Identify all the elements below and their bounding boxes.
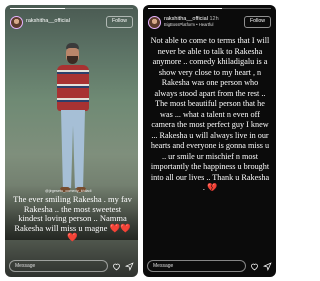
story-progress-bar <box>10 8 133 9</box>
follow-button[interactable]: Follow <box>106 16 133 28</box>
message-input[interactable]: Message <box>147 260 246 272</box>
send-icon[interactable] <box>263 261 272 271</box>
story-photo <box>53 35 93 210</box>
username[interactable]: rakshitha__official <box>26 19 70 25</box>
story-subtitle: BigBossPlatform • Heartful <box>164 22 214 28</box>
username-block: rakshitha__official 12h BigBossPlatform … <box>164 15 219 28</box>
story-footer: Message <box>147 260 272 272</box>
story-text: Not able to come to terms that I will ne… <box>150 36 270 192</box>
story-header: rakshitha__official Follow <box>10 13 133 31</box>
story-header: rakshitha__official 12h BigBossPlatform … <box>148 13 271 31</box>
heart-outline-icon[interactable] <box>112 262 121 271</box>
heart-outline-icon[interactable] <box>250 262 259 271</box>
avatar[interactable] <box>10 15 23 29</box>
photo-credit: @jirgesetu_comedy_khiladi <box>45 189 92 193</box>
send-icon[interactable] <box>125 261 134 271</box>
story-progress-bar <box>148 8 271 9</box>
story-footer: Message <box>9 260 134 272</box>
message-input[interactable]: Message <box>9 260 108 272</box>
username[interactable]: rakshitha__official <box>164 16 208 22</box>
timestamp: 12h <box>209 15 219 22</box>
follow-button[interactable]: Follow <box>244 16 271 28</box>
avatar[interactable] <box>148 15 161 29</box>
broken-heart-emoji: 💔 <box>206 183 218 192</box>
story-panel-right[interactable]: rakshitha__official 12h BigBossPlatform … <box>143 5 276 277</box>
story-caption: The ever smiling Rakesha . my fav Rakesh… <box>13 194 132 243</box>
story-panel-left[interactable]: rakshitha__official Follow @jirgesetu_co… <box>5 5 138 277</box>
